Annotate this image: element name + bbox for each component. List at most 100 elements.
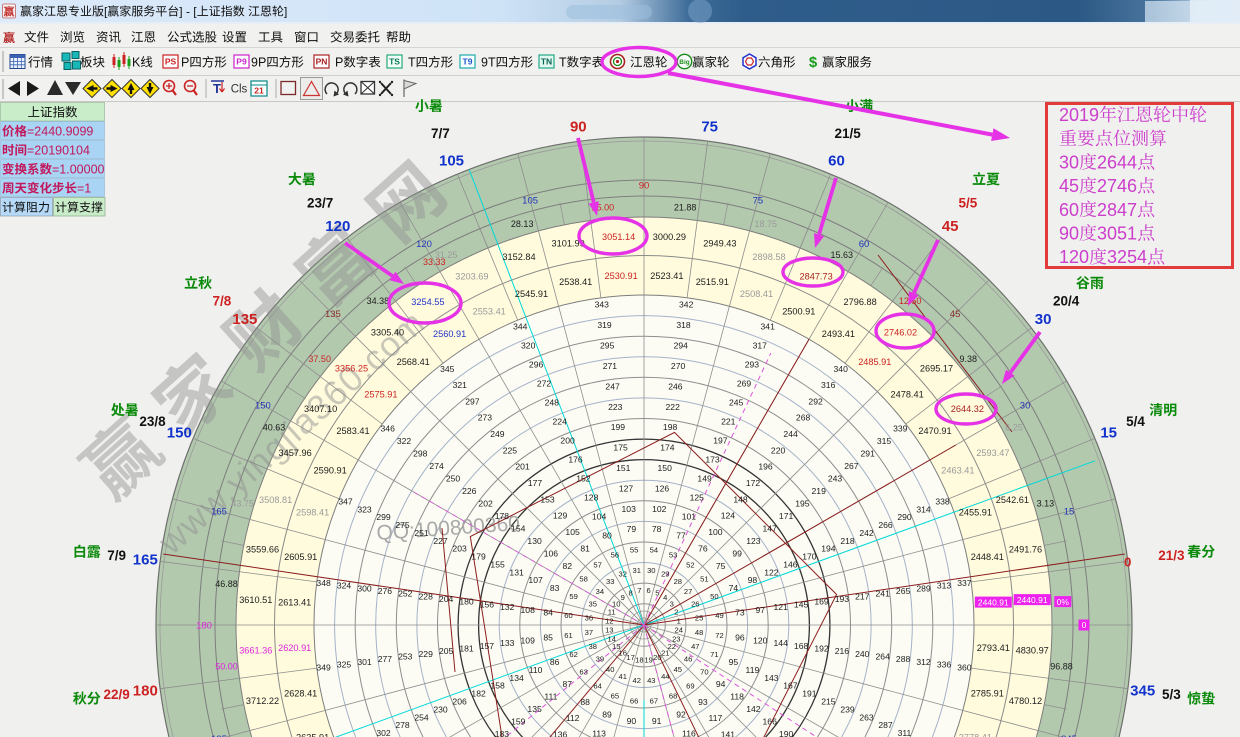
svg-text:121: 121 xyxy=(774,602,789,612)
svg-text:$: $ xyxy=(809,54,818,71)
svg-text:15: 15 xyxy=(1100,425,1117,442)
svg-text:5/3: 5/3 xyxy=(1162,687,1181,702)
svg-text:3051.14: 3051.14 xyxy=(602,232,635,242)
svg-text:267: 267 xyxy=(844,461,859,471)
svg-text:297: 297 xyxy=(465,396,480,406)
svg-text:15.63: 15.63 xyxy=(831,250,854,260)
svg-text:29: 29 xyxy=(661,570,669,579)
svg-text:K: K xyxy=(132,56,141,70)
svg-text:23/8: 23/8 xyxy=(139,414,166,429)
svg-text:243: 243 xyxy=(828,474,843,484)
svg-text:76: 76 xyxy=(698,543,708,553)
svg-text:95: 95 xyxy=(729,657,739,667)
svg-text:175: 175 xyxy=(613,443,628,453)
svg-text:2463.41: 2463.41 xyxy=(941,465,974,475)
svg-text:246: 246 xyxy=(668,381,683,391)
svg-text:325: 325 xyxy=(337,660,352,670)
svg-text:292: 292 xyxy=(808,396,823,406)
svg-text:149: 149 xyxy=(697,474,712,484)
svg-text:126: 126 xyxy=(655,483,670,493)
svg-text:2478.41: 2478.41 xyxy=(890,389,923,399)
svg-text:43: 43 xyxy=(647,676,655,685)
svg-text:54: 54 xyxy=(650,545,658,554)
svg-text:3508.81: 3508.81 xyxy=(259,495,292,505)
svg-text:32: 32 xyxy=(618,570,626,579)
svg-text:19: 19 xyxy=(644,656,652,665)
svg-text:90: 90 xyxy=(627,716,637,726)
svg-text:46.88: 46.88 xyxy=(215,579,238,589)
svg-text:178: 178 xyxy=(495,511,510,521)
svg-text:42: 42 xyxy=(632,676,640,685)
svg-text:180: 180 xyxy=(133,683,158,700)
svg-text:202: 202 xyxy=(478,499,493,509)
svg-text:9P: 9P xyxy=(251,56,266,70)
svg-text:P: P xyxy=(181,56,189,70)
svg-text:177: 177 xyxy=(528,478,543,488)
svg-text:192: 192 xyxy=(814,644,829,654)
svg-text:2847: 2847 xyxy=(1097,200,1137,220)
svg-text:124: 124 xyxy=(721,511,736,521)
svg-text:49: 49 xyxy=(715,611,723,620)
svg-text:2575.91: 2575.91 xyxy=(364,389,397,399)
svg-text:198: 198 xyxy=(663,422,678,432)
svg-text:180: 180 xyxy=(196,620,212,631)
svg-text:266: 266 xyxy=(878,520,893,530)
svg-text:2598.41: 2598.41 xyxy=(296,508,329,518)
svg-text:=2440.9099: =2440.9099 xyxy=(27,125,93,139)
svg-text:2847.73: 2847.73 xyxy=(799,271,832,281)
svg-text:340: 340 xyxy=(834,364,849,374)
svg-text:45: 45 xyxy=(674,665,682,674)
svg-text:Cls: Cls xyxy=(231,84,248,96)
svg-text:103: 103 xyxy=(622,504,637,514)
svg-text:105: 105 xyxy=(522,195,538,206)
svg-text:312: 312 xyxy=(916,657,931,667)
svg-text:63: 63 xyxy=(579,667,587,676)
svg-text:T: T xyxy=(559,56,567,70)
svg-text:157: 157 xyxy=(480,641,495,651)
svg-text:23/7: 23/7 xyxy=(307,195,333,210)
svg-text:152: 152 xyxy=(576,474,591,484)
svg-text:272: 272 xyxy=(537,379,552,389)
svg-text:3610.51: 3610.51 xyxy=(239,595,272,605)
svg-text:73: 73 xyxy=(735,608,745,618)
svg-text:92: 92 xyxy=(676,710,686,720)
svg-text:11: 11 xyxy=(608,608,616,617)
svg-text:3356.25: 3356.25 xyxy=(335,364,368,374)
svg-text:48: 48 xyxy=(695,628,703,637)
svg-text:180: 180 xyxy=(459,597,474,607)
svg-text:343: 343 xyxy=(595,300,610,310)
svg-text:25: 25 xyxy=(695,614,703,623)
svg-text:2523.41: 2523.41 xyxy=(650,271,683,281)
svg-text:18.75: 18.75 xyxy=(755,219,778,229)
svg-text:3407.10: 3407.10 xyxy=(304,404,337,414)
svg-text:273: 273 xyxy=(478,413,493,423)
svg-text:141: 141 xyxy=(721,730,736,737)
svg-text:21/5: 21/5 xyxy=(834,126,861,141)
svg-text:86: 86 xyxy=(550,657,560,667)
svg-text:2793.41: 2793.41 xyxy=(977,643,1010,653)
svg-text:89: 89 xyxy=(602,710,612,720)
svg-text:2455.91: 2455.91 xyxy=(959,508,992,518)
svg-text:64: 64 xyxy=(593,681,601,690)
svg-text:75: 75 xyxy=(701,118,718,135)
svg-text:225: 225 xyxy=(503,445,518,455)
svg-text:129: 129 xyxy=(553,511,568,521)
svg-text:2785.91: 2785.91 xyxy=(971,689,1004,699)
svg-text:278: 278 xyxy=(395,720,410,730)
svg-text:191: 191 xyxy=(802,689,817,699)
svg-text:31: 31 xyxy=(632,566,640,575)
svg-text:40: 40 xyxy=(606,665,614,674)
svg-text:2553.41: 2553.41 xyxy=(473,306,506,316)
svg-text:150: 150 xyxy=(167,425,192,442)
svg-text:5: 5 xyxy=(655,589,659,598)
svg-text:109: 109 xyxy=(521,635,536,645)
svg-text:226: 226 xyxy=(462,486,477,496)
svg-text:2448.41: 2448.41 xyxy=(971,552,1004,562)
svg-text:0: 0 xyxy=(1124,554,1131,569)
svg-text:274: 274 xyxy=(429,461,444,471)
svg-text:174: 174 xyxy=(660,443,675,453)
svg-text:251: 251 xyxy=(414,528,429,538)
svg-text:347: 347 xyxy=(338,496,353,506)
svg-text:201: 201 xyxy=(515,462,530,472)
svg-text:2493.41: 2493.41 xyxy=(822,329,855,339)
